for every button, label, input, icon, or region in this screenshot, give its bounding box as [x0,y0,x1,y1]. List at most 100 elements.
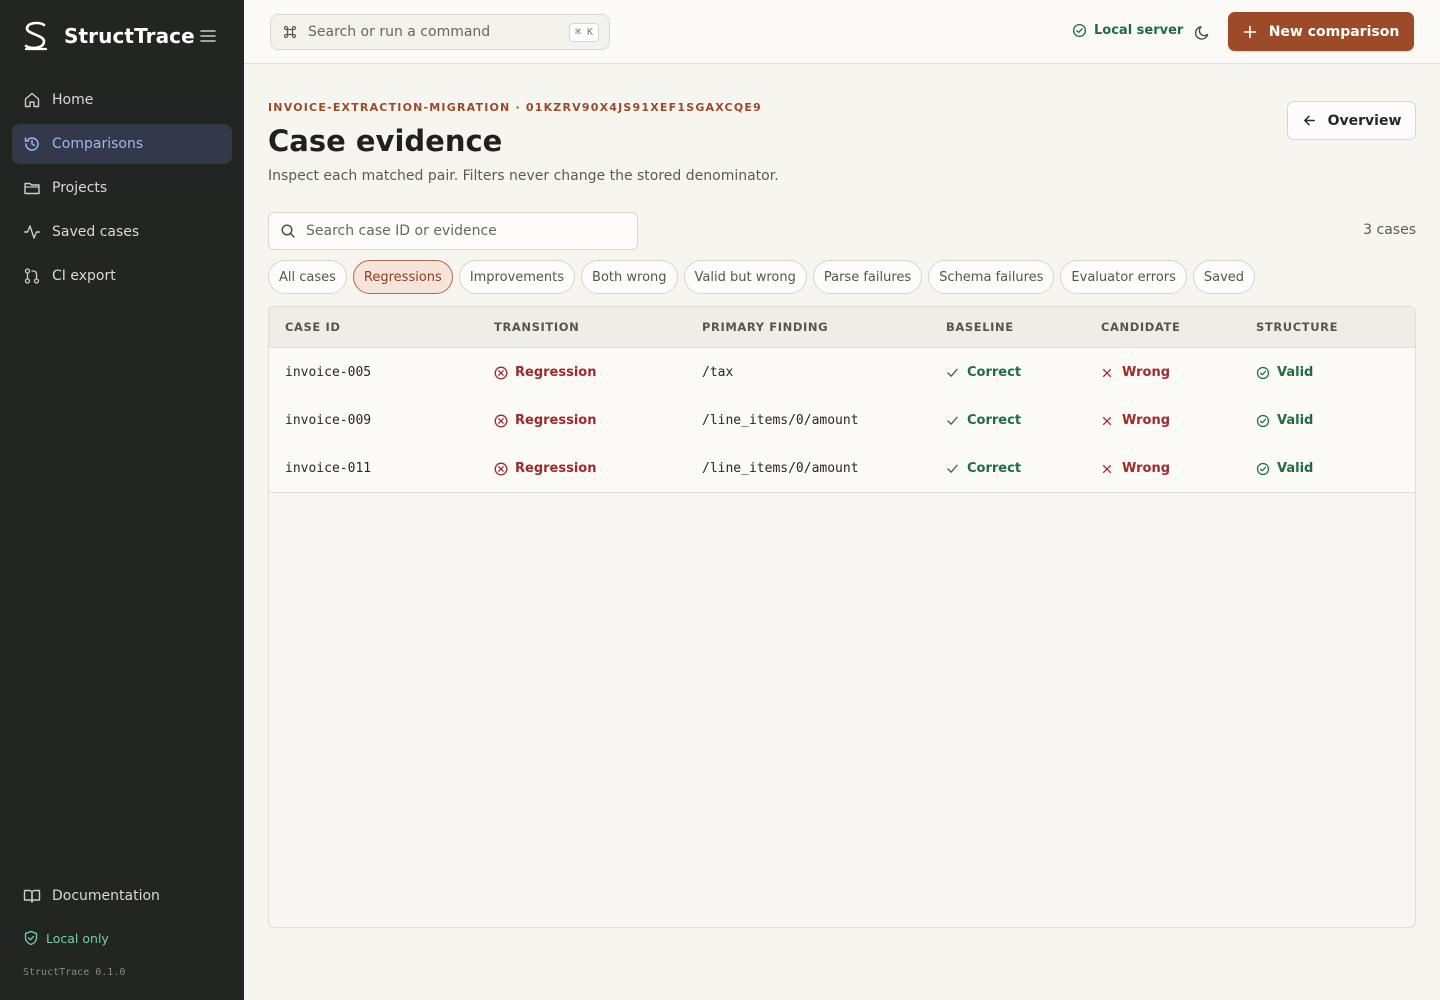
command-icon [282,24,298,40]
finding-cell: /line_items/0/amount [702,413,859,428]
sidebar-item-label: CI export [52,268,116,284]
sidebar-item-projects[interactable]: Projects [12,168,232,208]
app-version: StructTrace 0.1.0 [23,967,126,978]
filter-valid-but-wrong[interactable]: Valid but wrong [683,260,807,294]
x-circle-icon [494,462,508,476]
candidate-cell: Wrong [1101,365,1170,380]
filter-regressions[interactable]: Regressions [352,260,453,294]
command-search-placeholder: Search or run a command [308,24,491,40]
server-status: Local server [1072,22,1183,38]
shortcut-hint: ⌘ K [568,23,599,42]
case-search-input[interactable] [306,223,626,239]
plus-icon [1243,24,1259,40]
finding-cell: /tax [702,365,734,380]
x-icon [1101,414,1115,428]
column-header-candidate[interactable]: CANDIDATE [1101,320,1180,334]
filter-schema-failures[interactable]: Schema failures [928,260,1055,294]
sidebar-item-label: Home [52,92,94,108]
table-row[interactable]: invoice-005 Regression /tax Correct Wron… [269,348,1415,396]
app-name: StructTrace [64,24,195,48]
new-comparison-label: New comparison [1268,23,1400,40]
new-comparison-button[interactable]: New comparison [1228,12,1414,51]
hamburger-icon [200,30,216,42]
check-icon [946,366,960,380]
documentation-link[interactable]: Documentation [12,876,232,916]
sidebar-item-label: Saved cases [52,224,140,240]
page-description: Inspect each matched pair. Filters never… [268,168,779,184]
check-icon [946,462,960,476]
sidebar-nav: Home Comparisons Projects Saved cases CI… [12,80,232,300]
check-circle-icon [1256,462,1270,476]
column-header-baseline[interactable]: BASELINE [946,320,1014,334]
activity-icon [23,223,41,241]
transition-cell: Regression [494,461,596,476]
page-title: Case evidence [268,124,503,158]
x-icon [1101,462,1115,476]
finding-cell: /line_items/0/amount [702,461,859,476]
server-status-label: Local server [1094,22,1184,38]
topbar: Search or run a command ⌘ K Local server… [244,0,1440,64]
menu-toggle-button[interactable] [198,26,218,46]
baseline-cell: Correct [946,413,1021,428]
check-circle-icon [1256,366,1270,380]
sidebar-item-saved-cases[interactable]: Saved cases [12,212,232,252]
overview-button[interactable]: Overview [1287,101,1416,140]
baseline-cell: Correct [946,365,1021,380]
candidate-label: Wrong [1122,413,1171,428]
baseline-label: Correct [967,413,1022,428]
case-id-cell: invoice-011 [285,461,372,476]
transition-label: Regression [515,365,597,380]
structtrace-logo-icon [22,20,50,52]
shield-check-icon [23,930,39,946]
table-body: invoice-005 Regression /tax Correct Wron… [269,348,1415,493]
filter-saved[interactable]: Saved [1192,260,1256,294]
check-icon [946,414,960,428]
home-icon [23,91,41,109]
theme-toggle-button[interactable] [1192,22,1212,42]
candidate-label: Wrong [1122,365,1171,380]
column-header-transition[interactable]: TRANSITION [494,320,579,334]
column-header-primary-finding[interactable]: PRIMARY FINDING [702,320,828,334]
structure-cell: Valid [1256,413,1313,428]
sidebar-item-ci-export[interactable]: CI export [12,256,232,296]
structure-cell: Valid [1256,365,1313,380]
structure-label: Valid [1277,413,1314,428]
filter-all-cases[interactable]: All cases [268,260,347,294]
sidebar-item-home[interactable]: Home [12,80,232,120]
table-row[interactable]: invoice-011 Regression /line_items/0/amo… [269,444,1415,492]
local-only-badge: Local only [23,930,109,946]
baseline-label: Correct [967,365,1022,380]
filter-evaluator-errors[interactable]: Evaluator errors [1060,260,1187,294]
book-open-icon [23,887,41,905]
table-header: CASE ID TRANSITION PRIMARY FINDING BASEL… [269,307,1415,348]
x-circle-icon [494,414,508,428]
check-circle-icon [1072,22,1088,38]
moon-icon [1194,25,1208,40]
sidebar-item-label: Comparisons [52,136,144,152]
structure-label: Valid [1277,365,1314,380]
column-header-case-id[interactable]: CASE ID [285,320,341,334]
case-id-cell: invoice-005 [285,365,372,380]
column-header-structure[interactable]: STRUCTURE [1256,320,1338,334]
case-search-field[interactable] [268,212,638,250]
transition-label: Regression [515,461,597,476]
table-row[interactable]: invoice-009 Regression /line_items/0/amo… [269,396,1415,444]
case-id-cell: invoice-009 [285,413,372,428]
search-icon [280,223,296,239]
brand[interactable]: StructTrace [22,20,195,52]
filter-both-wrong[interactable]: Both wrong [581,260,678,294]
baseline-label: Correct [967,461,1022,476]
command-search-input[interactable]: Search or run a command ⌘ K [270,14,610,50]
baseline-cell: Correct [946,461,1021,476]
breadcrumb: INVOICE-EXTRACTION-MIGRATION · 01KZRV90X… [268,101,762,114]
check-circle-icon [1256,414,1270,428]
candidate-cell: Wrong [1101,413,1170,428]
transition-cell: Regression [494,365,596,380]
sidebar-item-comparisons[interactable]: Comparisons [12,124,232,164]
filter-improvements[interactable]: Improvements [458,260,576,294]
filter-parse-failures[interactable]: Parse failures [812,260,923,294]
case-count: 3 cases [1363,222,1416,238]
transition-label: Regression [515,413,597,428]
x-icon [1101,366,1115,380]
filter-chips: All cases Regressions Improvements Both … [268,260,1261,294]
